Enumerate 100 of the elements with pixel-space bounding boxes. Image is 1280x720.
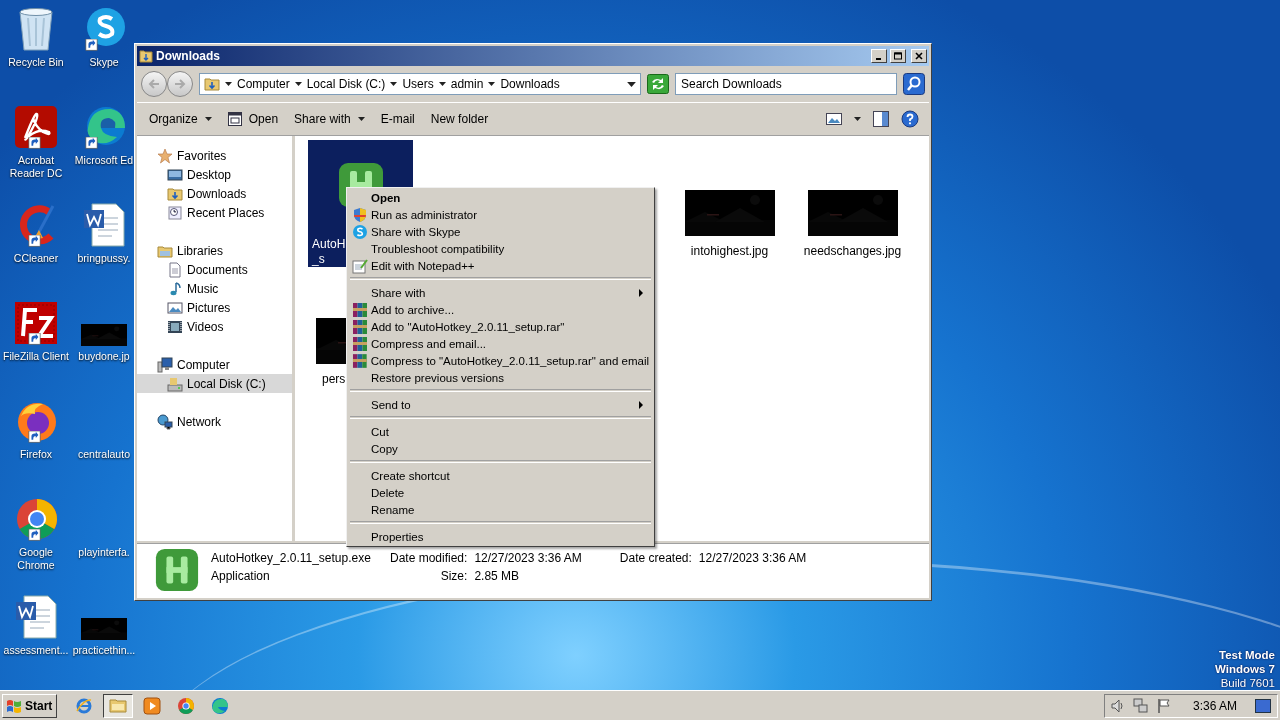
caret-icon: [357, 117, 365, 121]
menu-item[interactable]: Cut: [349, 423, 652, 440]
menu-item[interactable]: Rename: [349, 501, 652, 518]
icon-label: FileZilla Client: [2, 350, 70, 363]
toolbar-button[interactable]: Organize: [143, 108, 218, 130]
recent-places-icon: [167, 204, 183, 221]
star-icon: [157, 147, 173, 164]
menu-item[interactable]: Troubleshoot compatibility: [349, 240, 652, 257]
caret-icon[interactable]: [390, 82, 398, 86]
nav-item[interactable]: Documents: [137, 260, 292, 279]
file-item[interactable]: intohighest.jpg: [677, 140, 782, 267]
file-name: pers: [322, 372, 346, 387]
forward-button[interactable]: [167, 71, 193, 97]
close-icon: [914, 52, 924, 60]
search-button[interactable]: [903, 73, 925, 95]
shortcut-arrow-icon: [28, 529, 41, 542]
icon-label: bringpussy.: [77, 252, 131, 265]
help-icon[interactable]: [901, 110, 919, 128]
menu-item[interactable]: Add to archive...: [349, 301, 652, 318]
nav-item[interactable]: Recent Places: [137, 203, 292, 222]
ftp-app-icon[interactable]: [13, 300, 59, 346]
icon-label: centralauto: [78, 448, 130, 461]
nav-item[interactable]: Music: [137, 279, 292, 298]
disk-icon: [167, 375, 183, 392]
close-button[interactable]: [911, 49, 927, 63]
media-player-icon: [143, 696, 162, 715]
address-bar[interactable]: Computer Local Disk (C:) Users admin Downloads: [199, 73, 641, 95]
show-desktop-button[interactable]: [1255, 698, 1271, 713]
caret-icon[interactable]: [627, 81, 636, 87]
back-button[interactable]: [141, 71, 167, 97]
nav-item[interactable]: Videos: [137, 317, 292, 336]
nav-item[interactable]: Libraries: [137, 241, 292, 260]
menu-item[interactable]: Restore previous versions: [349, 369, 652, 386]
document-icon[interactable]: [14, 594, 58, 640]
nav-item[interactable]: Desktop: [137, 165, 292, 184]
flag-icon[interactable]: [1156, 697, 1171, 714]
search-field[interactable]: Search Downloads: [675, 73, 897, 95]
start-button[interactable]: Start: [2, 693, 58, 718]
browser-icon: [75, 696, 94, 715]
chat-app-icon: [352, 223, 368, 240]
menu-item[interactable]: Send to: [349, 396, 652, 413]
menu-item[interactable]: Open: [349, 189, 652, 206]
refresh-button[interactable]: [647, 74, 669, 94]
minimize-button[interactable]: [871, 49, 887, 63]
nav-item[interactable]: Favorites: [137, 146, 292, 165]
nav-item[interactable]: Computer: [137, 355, 292, 374]
toolbar-button[interactable]: New folder: [424, 108, 495, 130]
document-icon[interactable]: [82, 202, 126, 248]
menu-item[interactable]: Add to "AutoHotkey_2.0.11_setup.rar": [349, 318, 652, 335]
submenu-arrow-icon: [639, 400, 643, 409]
folder-icon: [109, 696, 128, 715]
menu-item[interactable]: Compress and email...: [349, 335, 652, 352]
breadcrumb-item[interactable]: Local Disk (C:): [306, 77, 386, 91]
preview-pane-icon[interactable]: [873, 111, 889, 127]
speaker-icon[interactable]: [1110, 697, 1125, 714]
menu-item[interactable]: Edit with Notepad++: [349, 257, 652, 274]
menu-item[interactable]: Share with Skype: [349, 223, 652, 240]
archive-icon: [352, 318, 368, 335]
caret-icon[interactable]: [225, 82, 232, 86]
nav-item[interactable]: Downloads: [137, 184, 292, 203]
menu-item[interactable]: Share with: [349, 284, 652, 301]
icon-label: Skype: [89, 56, 119, 69]
toolbar-button[interactable]: Open: [221, 108, 285, 130]
taskbar-button[interactable]: [103, 693, 134, 718]
caret-icon: [204, 117, 212, 121]
maximize-button[interactable]: [890, 49, 906, 63]
breadcrumb-item[interactable]: Downloads: [500, 77, 560, 91]
icon-label: CCleaner: [12, 252, 60, 265]
network-icon[interactable]: [1132, 697, 1149, 714]
menu-item[interactable]: Copy: [349, 440, 652, 457]
view-options-icon[interactable]: [826, 112, 842, 126]
menu-item[interactable]: Create shortcut: [349, 467, 652, 484]
clock[interactable]: 3:36 AM: [1192, 698, 1237, 713]
field-label: Size:: [439, 569, 468, 583]
nav-item[interactable]: Network: [137, 412, 292, 431]
file-item[interactable]: needschanges.jpg: [800, 140, 905, 267]
caret-icon[interactable]: [294, 82, 302, 86]
menu-item[interactable]: Properties: [349, 528, 652, 545]
nav-item[interactable]: Pictures: [137, 298, 292, 317]
caret-icon[interactable]: [854, 117, 861, 121]
shortcut-arrow-icon: [85, 137, 98, 150]
breadcrumb-item[interactable]: Computer: [237, 77, 290, 91]
breadcrumb-item[interactable]: Users: [402, 77, 434, 91]
caret-icon[interactable]: [438, 82, 446, 86]
shortcut-arrow-icon: [85, 39, 98, 52]
menu-item[interactable]: Run as administrator: [349, 206, 652, 223]
windows-logo-icon: [6, 697, 22, 714]
shortcut-arrow-icon: [28, 333, 41, 346]
breadcrumb-item[interactable]: admin: [450, 77, 484, 91]
menu-item[interactable]: Compress to "AutoHotkey_2.0.11_setup.rar" and email: [349, 352, 652, 369]
menu-item[interactable]: Delete: [349, 484, 652, 501]
file-name: AutoHotkey_2.0.11_setup.exe: [211, 551, 372, 565]
pictures-icon: [167, 299, 183, 316]
toolbar-button[interactable]: Share with: [288, 108, 371, 130]
window-title: Downloads: [156, 49, 221, 63]
caret-icon[interactable]: [488, 82, 496, 86]
pdf-app-icon[interactable]: [13, 104, 59, 150]
shortcut-arrow-icon: [28, 235, 41, 248]
nav-item[interactable]: Local Disk (C:): [137, 374, 292, 393]
toolbar-button[interactable]: E-mail: [374, 108, 421, 130]
